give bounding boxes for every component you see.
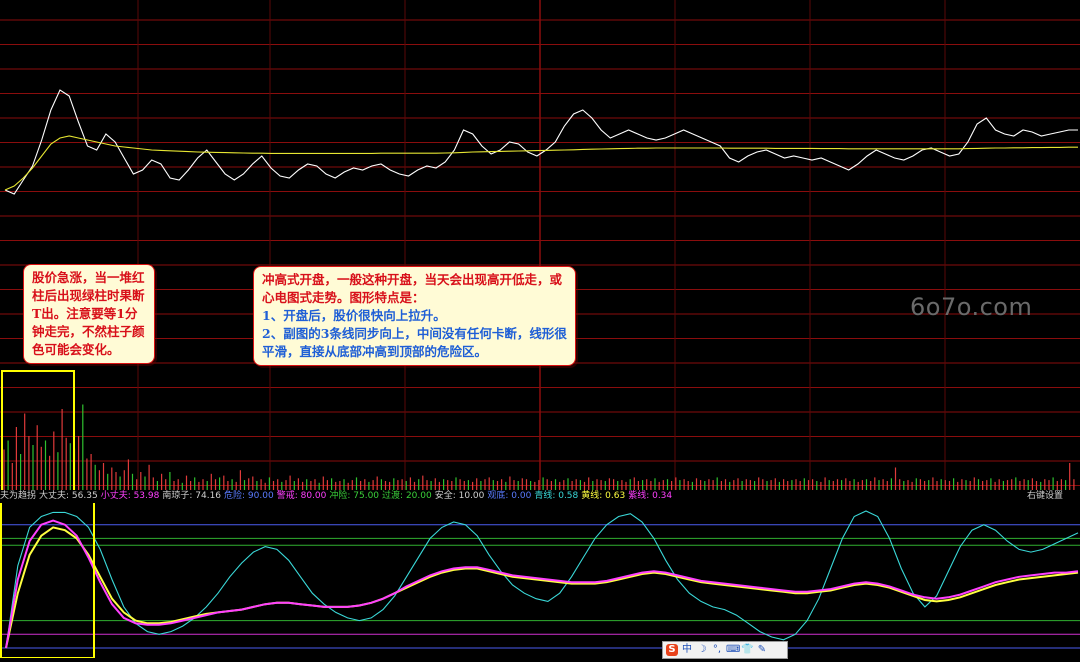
indicator-item: 黄线: 0.63 bbox=[581, 491, 626, 501]
note-main-point2: 2、副图的3条线同步向上，中间没有任何卡断，线形很平滑，直接从底部冲高到顶部的危… bbox=[262, 326, 567, 359]
tools-icon[interactable]: ✎ bbox=[756, 644, 768, 656]
ime-toolbar: S 中 ☽ °, ⌨ 👕 ✎ bbox=[662, 641, 788, 659]
skin-icon[interactable]: 👕 bbox=[741, 644, 753, 656]
indicator-item: 危险: 90.00 bbox=[224, 491, 274, 501]
indicator-item: 南琼子: 74.16 bbox=[162, 491, 222, 501]
right-click-setting[interactable]: 右键设置 bbox=[1027, 490, 1063, 503]
indicator-item: 冲险: 75.00 bbox=[329, 491, 380, 501]
chinese-mode-icon[interactable]: 中 bbox=[681, 644, 693, 656]
price-series-avg_price bbox=[4, 135, 1078, 191]
note-left-text: 股价急涨，当一堆红柱后出现绿柱时果断T出。注意要等1分钟走完，不然柱子颜色可能会… bbox=[32, 270, 145, 357]
indicator-item: 紫线: 0.34 bbox=[628, 491, 673, 501]
note-left: 股价急涨，当一堆红柱后出现绿柱时果断T出。注意要等1分钟走完，不然柱子颜色可能会… bbox=[23, 264, 155, 364]
indicator-series-magenta bbox=[5, 519, 1079, 649]
indicator-item: 夫为趋拐 bbox=[0, 491, 37, 501]
note-main-title: 冲高式开盘，一般这种开盘，当天会出现高开低走，或心电图式走势。图形特点是： bbox=[262, 272, 563, 305]
indicator-item: 观底: 0.00 bbox=[487, 491, 532, 501]
indicator-item: 安全: 10.00 bbox=[434, 491, 485, 501]
punctuation-icon[interactable]: °, bbox=[711, 644, 723, 656]
note-main-point1: 1、开盘后，股价很快向上拉升。 bbox=[262, 308, 446, 323]
note-main: 冲高式开盘，一般这种开盘，当天会出现高开低走，或心电图式走势。图形特点是： 1、… bbox=[253, 266, 576, 366]
watermark: 6o7o.com bbox=[910, 293, 1033, 321]
moon-icon[interactable]: ☽ bbox=[696, 644, 708, 656]
indicator-item: 警戒: 80.00 bbox=[276, 491, 327, 501]
indicator-item: 过渡: 20.00 bbox=[382, 491, 432, 501]
indicator-bar: 夫为趋拐 大丈夫: 56.35 小丈夫: 53.98 南琼子: 74.16 危险: 90… bbox=[0, 490, 1080, 503]
indicator-highlight-box bbox=[0, 491, 95, 659]
sogou-icon[interactable]: S bbox=[666, 644, 678, 656]
indicator-item: 小丈夫: 53.98 bbox=[100, 491, 160, 501]
indicator-item: 大丈夫: 56.35 bbox=[39, 491, 98, 501]
keyboard-icon[interactable]: ⌨ bbox=[726, 644, 740, 656]
indicator-item: 青线: 0.58 bbox=[534, 491, 579, 501]
indicator-items: 夫为趋拐 大丈夫: 56.35 小丈夫: 53.98 南琼子: 74.16 危险: 90… bbox=[0, 491, 675, 501]
